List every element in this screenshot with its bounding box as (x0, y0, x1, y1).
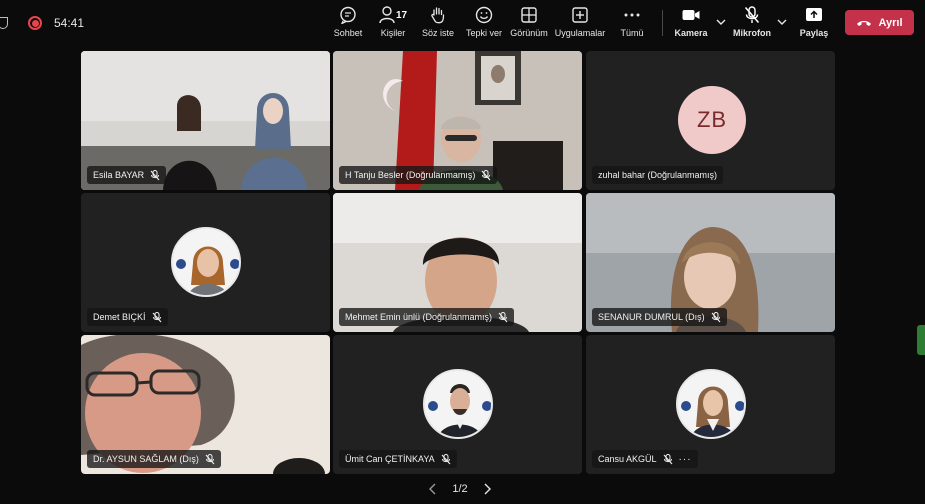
share-icon (784, 5, 844, 25)
leave-button[interactable]: Ayrıl (845, 10, 914, 35)
participant-name-tag: Cansu AKGÜL ··· (592, 450, 698, 468)
participant-name-tag: zuhal bahar (Doğrulanmamış) (592, 166, 724, 184)
participant-name-tag: H Tanju Besler (Doğrulanmamış) (339, 166, 498, 184)
page-navigator: 1/2 (428, 480, 492, 498)
recording-icon (28, 16, 42, 30)
meeting-status: 54:41 (0, 12, 84, 34)
participant-name-tag: Demet BIÇKİ (87, 308, 168, 326)
camera-icon (661, 5, 721, 25)
previous-page-icon[interactable] (428, 483, 438, 495)
meeting-timer: 54:41 (54, 16, 85, 30)
shield-icon (0, 17, 8, 29)
participant-tile[interactable]: Ümit Can ÇETİNKAYA (333, 335, 582, 474)
mic-muted-icon (150, 169, 160, 180)
phone-hangup-icon (857, 20, 872, 26)
participant-name-tag: SENANUR DUMRUL (Dış) (592, 308, 727, 326)
mic-off-icon (722, 5, 782, 25)
participant-count: 17 (395, 9, 408, 21)
camera-button[interactable]: Kamera (661, 5, 721, 43)
avatar-initials: ZB (678, 86, 746, 154)
participant-tile[interactable]: Dr. AYSUN SAĞLAM (Dış) (81, 335, 330, 474)
avatar (423, 369, 493, 439)
mic-muted-icon (711, 311, 721, 322)
participant-tile[interactable]: Esila BAYAR (81, 51, 330, 190)
participant-more-button[interactable]: ··· (679, 454, 692, 465)
participant-name-tag: Mehmet Emin ünlü (Doğrulanmamış) (339, 308, 515, 326)
page-indicator: 1/2 (452, 483, 468, 495)
participant-name-tag: Esila BAYAR (87, 166, 167, 184)
mic-muted-icon (205, 453, 215, 464)
mic-button[interactable]: Mikrofon (722, 5, 782, 43)
meeting-toolbar: 54:41 Sohbet 17 Kişiler Söz iste Tepki v… (0, 0, 925, 46)
participant-tile[interactable]: Mehmet Emin ünlü (Doğrulanmamış) (333, 193, 582, 332)
mic-muted-icon (498, 311, 508, 322)
participant-tile[interactable]: Cansu AKGÜL ··· (586, 335, 835, 474)
share-button[interactable]: Paylaş (784, 5, 844, 43)
mic-muted-icon (481, 169, 491, 180)
participant-tile[interactable]: H Tanju Besler (Doğrulanmamış) (333, 51, 582, 190)
add-app-icon (550, 5, 610, 25)
participant-tile[interactable]: SENANUR DUMRUL (Dış) (586, 193, 835, 332)
avatar (676, 369, 746, 439)
more-button[interactable]: Tümü (602, 5, 662, 43)
people-icon (379, 6, 395, 24)
mic-muted-icon (663, 453, 672, 464)
participant-name-tag: Dr. AYSUN SAĞLAM (Dış) (87, 450, 221, 468)
next-page-icon[interactable] (482, 483, 492, 495)
apps-button[interactable]: Uygulamalar (550, 5, 610, 43)
participant-tile[interactable]: Demet BIÇKİ (81, 193, 330, 332)
participant-name-tag: Ümit Can ÇETİNKAYA (339, 450, 457, 468)
mic-muted-icon (152, 311, 161, 322)
avatar (171, 227, 241, 297)
mic-muted-icon (441, 453, 451, 464)
participant-tile[interactable]: ZB zuhal bahar (Doğrulanmamış) (586, 51, 835, 190)
side-widget[interactable] (917, 325, 925, 355)
more-icon (602, 5, 662, 25)
